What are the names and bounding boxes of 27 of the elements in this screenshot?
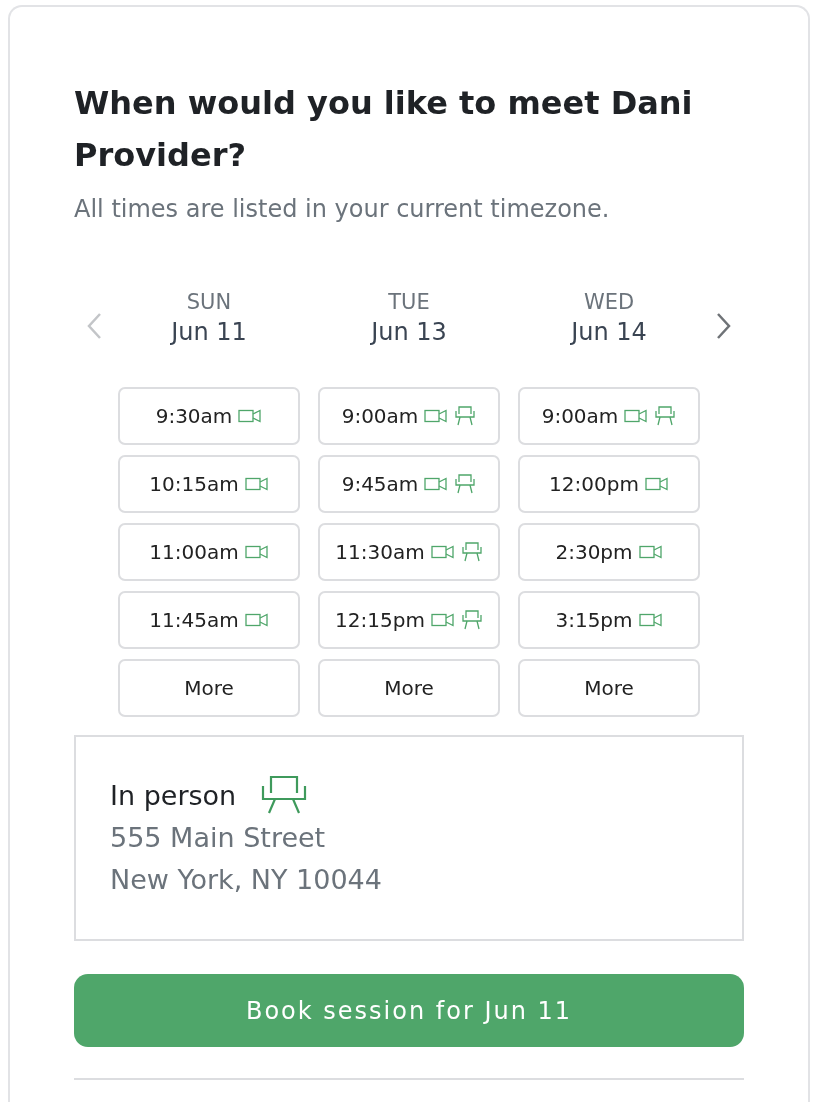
- time-slot-button[interactable]: 9:00am: [518, 387, 700, 445]
- time-slot-button[interactable]: 10:15am: [118, 455, 300, 513]
- time-slot-button[interactable]: 2:30pm: [518, 523, 700, 581]
- time-slot-button[interactable]: 3:15pm: [518, 591, 700, 649]
- time-slot-button[interactable]: 12:15pm: [318, 591, 500, 649]
- time-slot-button[interactable]: 9:00am: [318, 387, 500, 445]
- date-label: Jun 14: [571, 317, 647, 348]
- date-label: Jun 13: [371, 317, 447, 348]
- time-slot-button[interactable]: 9:30am: [118, 387, 300, 445]
- weekday-label: TUE: [388, 289, 430, 315]
- page-title: When would you like to meet Dani Provider?: [74, 83, 694, 176]
- date-label: Jun 11: [171, 317, 247, 348]
- time-slot-button[interactable]: 11:00am: [118, 523, 300, 581]
- time-slot-button[interactable]: 9:45am: [318, 455, 500, 513]
- more-times-button[interactable]: More: [518, 659, 700, 717]
- time-slot-button[interactable]: 12:00pm: [518, 455, 700, 513]
- location-type: In person: [110, 779, 237, 811]
- address-line: 555 Main Street: [110, 821, 327, 855]
- weekday-label: SUN: [186, 289, 232, 315]
- chair-icon: [260, 775, 309, 815]
- time-slot-button[interactable]: 11:30am: [318, 523, 500, 581]
- timezone-note: All times are listed in your current timezone.: [74, 195, 611, 223]
- weekday-label: WED: [583, 289, 635, 315]
- address-line: New York, NY 10044: [110, 863, 383, 897]
- time-slot-button[interactable]: 11:45am: [118, 591, 300, 649]
- more-times-button[interactable]: More: [118, 659, 300, 717]
- more-times-button[interactable]: More: [318, 659, 500, 717]
